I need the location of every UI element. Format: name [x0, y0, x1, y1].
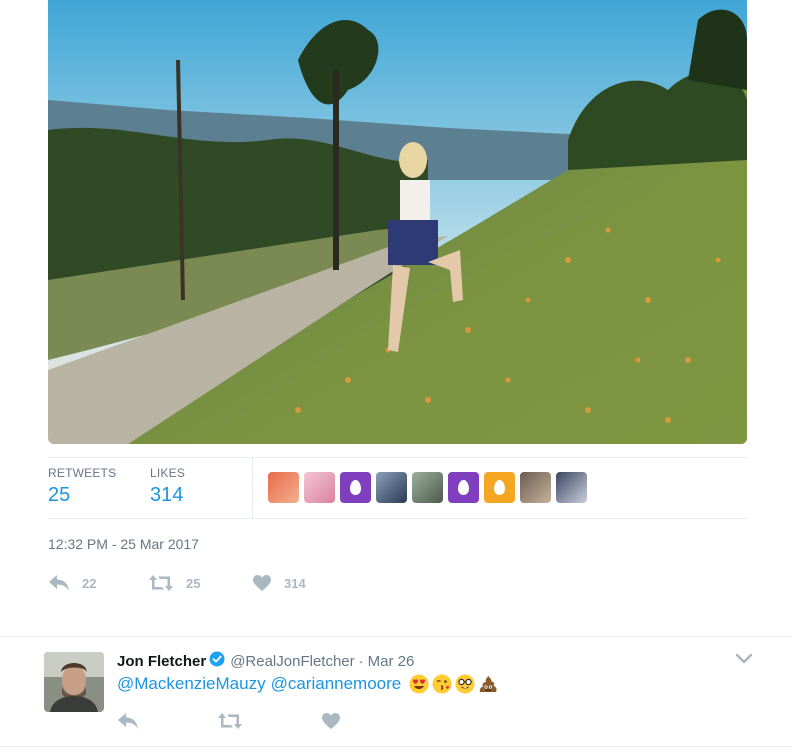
engagement-stats: RETWEETS 25 LIKES 314: [48, 457, 748, 519]
heart-icon: [253, 575, 271, 591]
retweet-icon: [149, 575, 173, 591]
liker-avatar-egg[interactable]: [484, 472, 515, 503]
stats-divider: [252, 458, 253, 518]
kissing-wink-emoji-icon: [432, 674, 452, 694]
retweet-button[interactable]: 25: [148, 574, 200, 592]
reply-author-name[interactable]: Jon Fletcher: [117, 653, 206, 670]
reply-button[interactable]: [117, 712, 139, 730]
liker-avatar[interactable]: [268, 472, 299, 503]
likes-label: LIKES: [150, 466, 186, 480]
nerd-face-emoji-icon: [455, 674, 475, 694]
retweets-value: 25: [48, 484, 71, 506]
egg-icon: [349, 479, 361, 495]
like-button[interactable]: [321, 712, 341, 730]
reply-icon: [118, 713, 138, 729]
mention-link[interactable]: @MackenzieMauzy: [117, 674, 266, 694]
divider: [0, 636, 792, 637]
likes-value: 314: [150, 484, 184, 506]
reply-author-handle[interactable]: @RealJonFletcher: [230, 653, 354, 670]
likes-stat[interactable]: LIKES 314: [150, 466, 185, 507]
liker-avatar[interactable]: [376, 472, 407, 503]
landscape-photo: [48, 0, 747, 444]
reply-header: Jon Fletcher @RealJonFletcher · Mar 26: [117, 651, 414, 671]
liker-avatar[interactable]: [304, 472, 335, 503]
separator-dot: ·: [358, 652, 364, 670]
reply-icon: [49, 575, 69, 591]
liker-avatar-egg[interactable]: [448, 472, 479, 503]
reply-button[interactable]: 22: [48, 574, 96, 592]
more-options-button[interactable]: [735, 652, 753, 670]
pile-of-poo-emoji-icon: [478, 674, 498, 694]
mention-link[interactable]: @cariannemoore: [271, 674, 402, 694]
avatar[interactable]: [44, 652, 104, 712]
egg-icon: [457, 479, 469, 495]
retweets-label: RETWEETS: [48, 466, 117, 480]
liker-avatar[interactable]: [556, 472, 587, 503]
divider: [0, 746, 792, 747]
liker-avatar[interactable]: [412, 472, 443, 503]
tweet-timestamp[interactable]: 12:32 PM - 25 Mar 2017: [48, 536, 199, 552]
egg-icon: [493, 479, 505, 495]
reply-date[interactable]: Mar 26: [368, 653, 415, 670]
retweet-icon: [218, 713, 242, 729]
chevron-down-icon: [735, 653, 753, 664]
reply-count: 22: [82, 575, 97, 591]
liker-avatar-egg[interactable]: [340, 472, 371, 503]
reply-text: @MackenzieMauzy @cariannemoore: [117, 674, 498, 694]
retweets-stat[interactable]: RETWEETS 25: [48, 466, 116, 507]
like-count: 314: [284, 575, 306, 591]
like-button[interactable]: 314: [252, 574, 306, 592]
retweet-count: 25: [186, 575, 201, 591]
heart-eyes-emoji-icon: [409, 674, 429, 694]
liker-avatar[interactable]: [520, 472, 551, 503]
heart-icon: [322, 713, 340, 729]
profile-photo: [44, 652, 104, 712]
verified-badge-icon: [209, 651, 225, 671]
tweet-photo[interactable]: [48, 0, 747, 444]
retweet-button[interactable]: [217, 712, 243, 730]
